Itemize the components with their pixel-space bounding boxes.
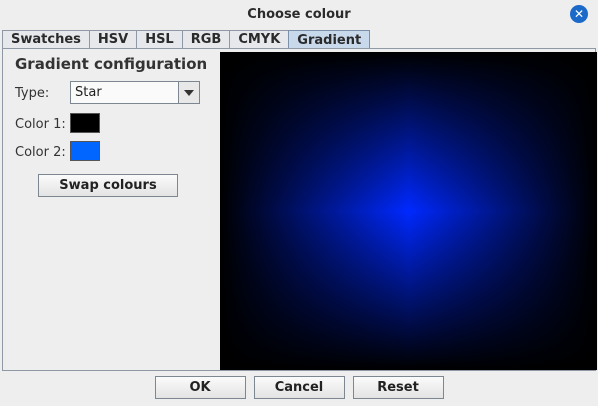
config-heading: Gradient configuration xyxy=(15,55,208,73)
color1-swatch[interactable] xyxy=(70,113,100,133)
color2-label: Color 2: xyxy=(15,145,66,160)
ok-button[interactable]: OK xyxy=(154,376,246,399)
tab-swatches[interactable]: Swatches xyxy=(2,30,90,48)
swap-colours-button[interactable]: Swap colours xyxy=(38,174,178,197)
reset-button[interactable]: Reset xyxy=(352,376,444,399)
tab-bar: Swatches HSV HSL RGB CMYK Gradient xyxy=(2,30,371,49)
title-bar: Choose colour ✕ xyxy=(0,0,598,28)
tab-rgb[interactable]: RGB xyxy=(181,30,231,48)
close-icon[interactable]: ✕ xyxy=(570,5,588,23)
tab-hsl[interactable]: HSL xyxy=(136,30,183,48)
chevron-down-icon[interactable] xyxy=(178,82,199,103)
type-value: Star xyxy=(75,85,102,100)
type-label: Type: xyxy=(15,86,50,101)
color1-label: Color 1: xyxy=(15,117,66,132)
gradient-panel: Gradient configuration Type: Star Color … xyxy=(2,48,597,371)
tab-hsv[interactable]: HSV xyxy=(88,30,138,48)
cancel-button[interactable]: Cancel xyxy=(253,376,345,399)
color2-swatch[interactable] xyxy=(70,141,100,161)
tab-gradient[interactable]: Gradient xyxy=(288,30,371,49)
window-title: Choose colour xyxy=(247,6,351,22)
type-dropdown[interactable]: Star xyxy=(70,81,200,104)
tab-cmyk[interactable]: CMYK xyxy=(229,30,290,48)
dialog-buttons: OK Cancel Reset xyxy=(0,376,598,402)
gradient-preview[interactable] xyxy=(220,52,597,370)
